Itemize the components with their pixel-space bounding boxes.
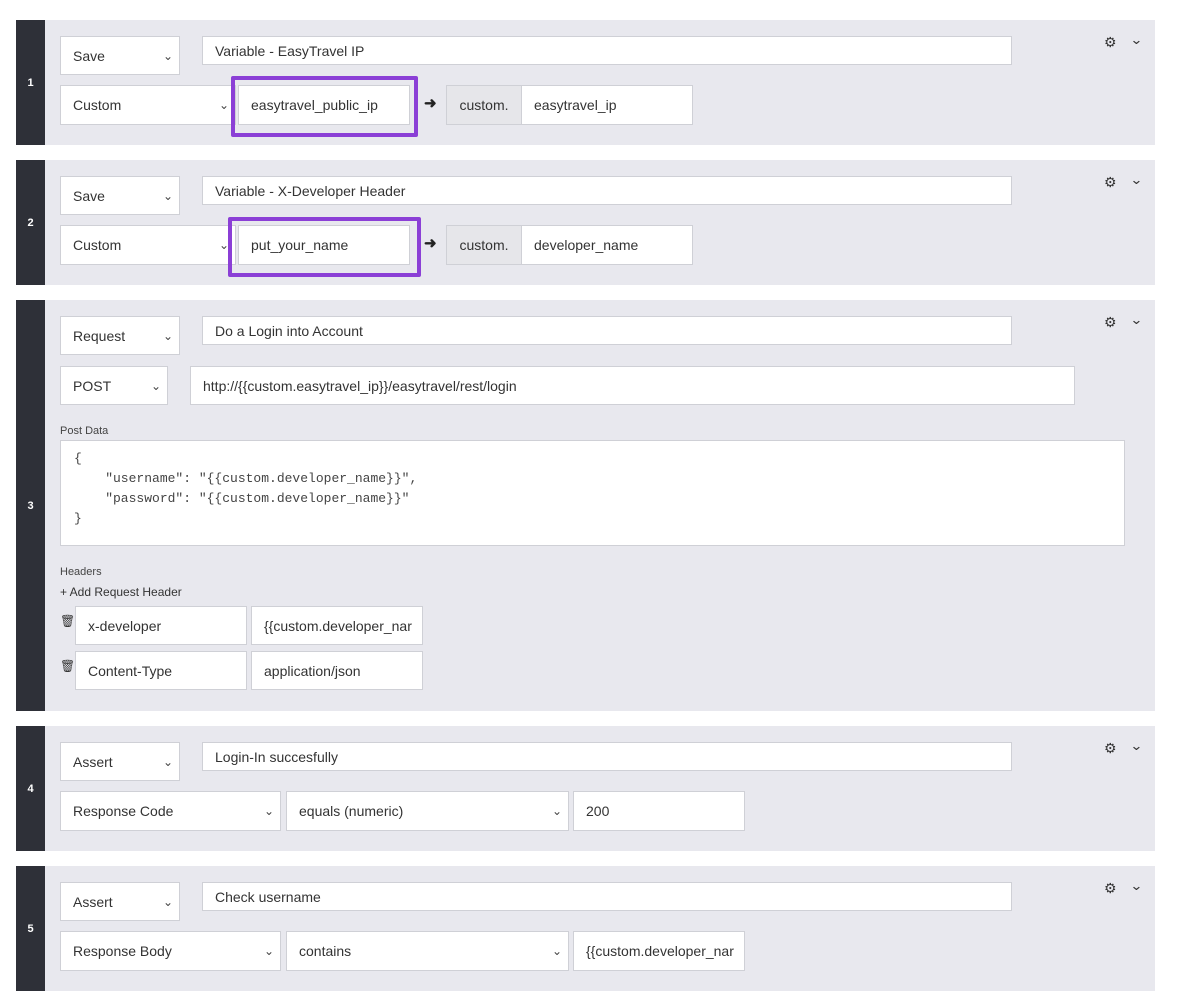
- gear-icon[interactable]: ⚙: [1104, 880, 1117, 897]
- chevron-down-icon[interactable]: ⌄: [1130, 878, 1143, 894]
- gear-icon[interactable]: ⚙: [1104, 740, 1117, 757]
- add-request-header-link[interactable]: + Add Request Header: [60, 585, 182, 599]
- step-type-select[interactable]: Assert ⌄: [60, 882, 180, 921]
- method-select[interactable]: POST ⌄: [60, 366, 168, 405]
- step-2: 2 Save ⌄ Variable - X-Developer Header ⚙ …: [16, 160, 1155, 285]
- step-type-value: Assert: [73, 753, 113, 770]
- variable-prefix: custom.: [446, 225, 522, 265]
- method-value: POST: [73, 377, 112, 394]
- step-5: 5 Assert ⌄ Check username ⚙ ⌄ Response Bo…: [16, 866, 1155, 991]
- step-number: 2: [16, 160, 45, 285]
- assert-operator-select[interactable]: contains ⌄: [286, 931, 569, 971]
- chevron-down-icon[interactable]: ⌄: [1130, 32, 1143, 48]
- assert-expected-input[interactable]: {{custom.developer_nar: [573, 931, 745, 971]
- assert-expected-input[interactable]: 200: [573, 791, 745, 831]
- source-value: Custom: [73, 237, 122, 253]
- step-description-input[interactable]: Do a Login into Account: [202, 316, 1012, 345]
- trash-icon[interactable]: 🗑: [60, 659, 75, 673]
- source-select[interactable]: Custom ⌄: [60, 85, 236, 125]
- chevron-down-icon: ⌄: [551, 804, 562, 818]
- source-select[interactable]: Custom ⌄: [60, 225, 236, 265]
- step-type-value: Request: [73, 327, 126, 344]
- variable-prefix: custom.: [446, 85, 522, 125]
- step-type-value: Assert: [73, 893, 113, 910]
- chevron-down-icon[interactable]: ⌄: [1130, 172, 1143, 188]
- step-number: 4: [16, 726, 45, 851]
- chevron-down-icon: ⌄: [263, 944, 274, 958]
- gear-icon[interactable]: ⚙: [1104, 314, 1117, 331]
- post-data-textarea[interactable]: { "username": "{{custom.developer_name}}…: [60, 440, 1125, 546]
- step-3: 3 Request ⌄ Do a Login into Account ⚙ ⌄ P…: [16, 300, 1155, 711]
- gear-icon[interactable]: ⚙: [1104, 34, 1117, 51]
- assert-target-value: Response Body: [73, 943, 172, 959]
- chevron-down-icon[interactable]: ⌄: [1130, 738, 1143, 754]
- step-description-input[interactable]: Login-In succesfully: [202, 742, 1012, 771]
- assert-target-value: Response Code: [73, 803, 174, 819]
- step-description-input[interactable]: Check username: [202, 882, 1012, 911]
- step-1: 1 Save ⌄ Variable - EasyTravel IP ⚙ ⌄ Cus…: [16, 20, 1155, 145]
- headers-label: Headers: [60, 566, 102, 578]
- gear-icon[interactable]: ⚙: [1104, 174, 1117, 191]
- step-4: 4 Assert ⌄ Login-In succesfully ⚙ ⌄ Respo…: [16, 726, 1155, 851]
- step-type-select[interactable]: Save ⌄: [60, 36, 180, 75]
- step-description-input[interactable]: Variable - EasyTravel IP: [202, 36, 1012, 65]
- step-type-select[interactable]: Assert ⌄: [60, 742, 180, 781]
- header-value-input[interactable]: application/json: [251, 651, 423, 690]
- arrow-right-icon: ➜: [424, 95, 437, 112]
- chevron-down-icon: ⌄: [150, 378, 161, 393]
- header-name-input[interactable]: x-developer: [75, 606, 247, 645]
- chevron-down-icon: ⌄: [162, 188, 173, 203]
- chevron-down-icon: ⌄: [263, 804, 274, 818]
- assert-operator-select[interactable]: equals (numeric) ⌄: [286, 791, 569, 831]
- chevron-down-icon: ⌄: [162, 328, 173, 343]
- chevron-down-icon: ⌄: [551, 944, 562, 958]
- assert-target-select[interactable]: Response Body ⌄: [60, 931, 281, 971]
- chevron-down-icon: ⌄: [162, 48, 173, 63]
- step-type-select[interactable]: Save ⌄: [60, 176, 180, 215]
- variable-name-input[interactable]: developer_name: [521, 225, 693, 265]
- assert-operator-value: contains: [299, 943, 352, 959]
- step-number: 5: [16, 866, 45, 991]
- assert-target-select[interactable]: Response Code ⌄: [60, 791, 281, 831]
- post-data-label: Post Data: [60, 425, 109, 437]
- trash-icon[interactable]: 🗑: [60, 614, 75, 628]
- save-value-input[interactable]: put_your_name: [238, 225, 410, 265]
- variable-name-input[interactable]: easytravel_ip: [521, 85, 693, 125]
- save-value-input[interactable]: easytravel_public_ip: [238, 85, 410, 125]
- assert-operator-value: equals (numeric): [299, 803, 404, 819]
- step-number: 3: [16, 300, 45, 711]
- url-input[interactable]: http://{{custom.easytravel_ip}}/easytrav…: [190, 366, 1075, 405]
- step-description-input[interactable]: Variable - X-Developer Header: [202, 176, 1012, 205]
- chevron-down-icon: ⌄: [218, 238, 229, 252]
- source-value: Custom: [73, 97, 122, 113]
- step-type-value: Save: [73, 47, 105, 64]
- chevron-down-icon: ⌄: [162, 754, 173, 769]
- step-type-select[interactable]: Request ⌄: [60, 316, 180, 355]
- header-name-input[interactable]: Content-Type: [75, 651, 247, 690]
- arrow-right-icon: ➜: [424, 235, 437, 252]
- step-type-value: Save: [73, 187, 105, 204]
- chevron-down-icon[interactable]: ⌄: [1130, 312, 1143, 328]
- header-value-input[interactable]: {{custom.developer_nar: [251, 606, 423, 645]
- step-number: 1: [16, 20, 45, 145]
- chevron-down-icon: ⌄: [218, 98, 229, 112]
- chevron-down-icon: ⌄: [162, 894, 173, 909]
